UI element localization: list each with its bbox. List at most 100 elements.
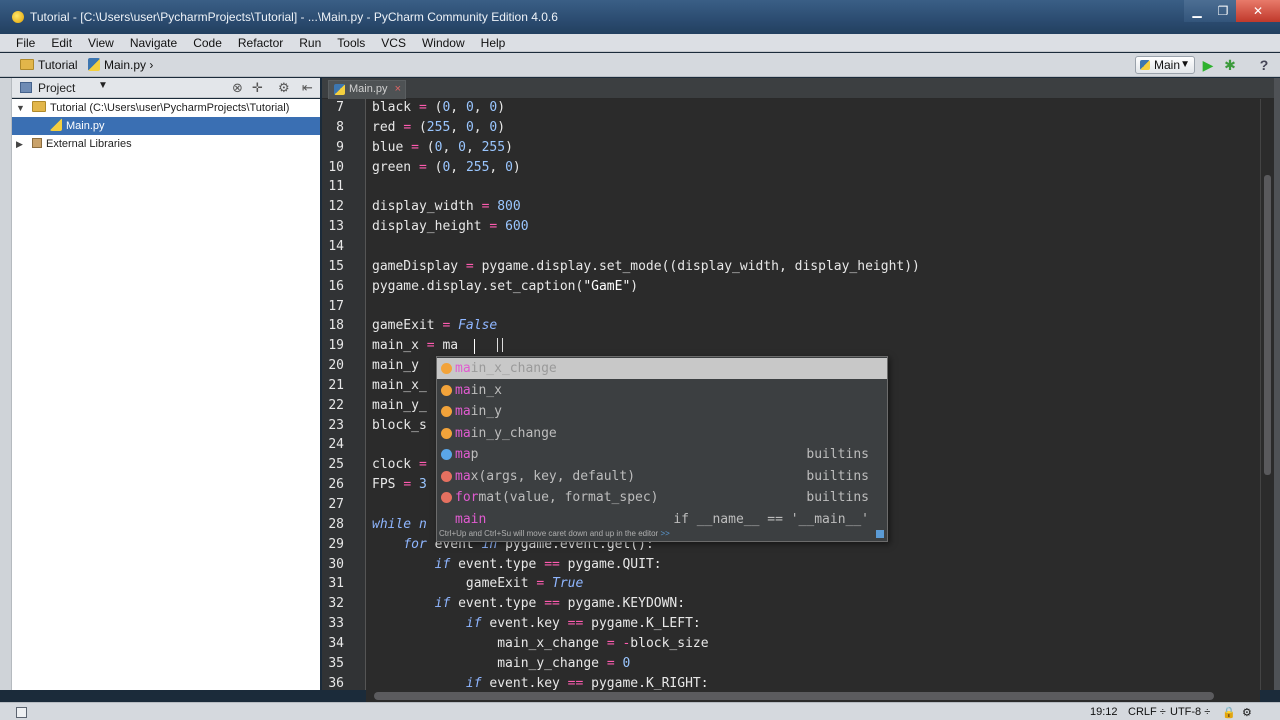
code-line[interactable]: main_y_ [372,398,427,413]
variable-icon [441,514,452,525]
code-line[interactable]: green = (0, 255, 0) [372,160,521,175]
hint-link[interactable]: >> [660,529,669,538]
code-line[interactable]: main_x_change = -block_size [372,636,708,651]
file-encoding[interactable]: UTF-8 ÷ [1170,706,1210,718]
code-line[interactable]: if event.key == pygame.K_RIGHT: [372,676,709,690]
menu-tools[interactable]: Tools [337,34,365,50]
autocomplete-item[interactable]: main_y [437,401,887,422]
autocomplete-item[interactable]: main_x [437,380,887,401]
menu-help[interactable]: Help [481,34,506,50]
code-line[interactable]: blue = (0, 0, 255) [372,140,513,155]
breadcrumb-file-label: Main.py [104,58,147,72]
title-bar: Tutorial - [C:\Users\user\PycharmProject… [0,0,1280,34]
hide-panel-icon[interactable]: ⇤ [302,80,313,96]
python-file-icon [88,58,100,71]
lock-icon[interactable]: 🔒 [1222,706,1236,719]
line-number: 27 [328,497,344,512]
tab-label: Main.py [349,83,388,95]
run-configuration-select[interactable]: Main ▼ [1135,56,1195,74]
python-file-icon [50,118,62,131]
menu-edit[interactable]: Edit [51,34,72,50]
code-line[interactable]: if event.type == pygame.KEYDOWN: [372,596,685,611]
inspection-icon[interactable]: ⚙ [1242,706,1252,719]
breadcrumb-file[interactable]: Main.py › [88,58,153,72]
close-button[interactable]: ✕ [1236,0,1280,22]
debug-icon[interactable]: ✱ [1223,58,1237,72]
menu-window[interactable]: Window [422,34,465,50]
code-line[interactable]: if event.type == pygame.QUIT: [372,557,662,572]
code-line[interactable]: display_height = 600 [372,219,529,234]
line-number: 8 [336,119,344,135]
pin-icon[interactable] [876,530,884,538]
code-line[interactable]: if event.key == pygame.K_LEFT: [372,616,701,631]
close-tab-icon[interactable]: × [395,81,401,98]
line-number: 17 [328,298,344,314]
line-number: 22 [328,397,344,413]
tree-item-external-libraries[interactable]: ▶ External Libraries [12,135,320,153]
horizontal-scrollbar[interactable] [366,690,1260,702]
code-line[interactable]: clock = [372,457,427,472]
autocomplete-item[interactable]: max(args, key, default) builtins [437,466,887,487]
gear-icon[interactable]: ⚙ [278,80,290,96]
tab-main-py[interactable]: Main.py × [328,80,406,99]
caret-position[interactable]: 19:12 [1090,706,1118,718]
menu-code[interactable]: Code [193,34,222,50]
menu-view[interactable]: View [88,34,114,50]
line-number: 21 [328,377,344,393]
code-line[interactable]: black = (0, 0, 0) [372,100,505,115]
code-line[interactable]: while n [372,517,427,532]
breadcrumb-project[interactable]: Tutorial [20,58,78,72]
menu-file[interactable]: File [16,34,35,50]
autocomplete-item-name: main_x_change [455,361,557,376]
collapse-arrow-icon[interactable]: ▶ [16,135,23,153]
line-number: 25 [328,457,344,473]
autocomplete-item[interactable]: main_x_change [437,358,887,379]
code-line[interactable]: block_s [372,418,427,433]
menu-vcs[interactable]: VCS [381,34,406,50]
autocomplete-item[interactable]: main_y_change [437,423,887,444]
chevron-down-icon[interactable]: ▼ [98,80,108,91]
tree-item-tutorial[interactable]: ▼ Tutorial (C:\Users\user\PycharmProject… [12,99,320,117]
autocomplete-item[interactable]: main if __name__ == '__main__' [437,509,887,530]
code-line[interactable]: pygame.display.set_caption("GamE") [372,279,638,294]
code-line[interactable]: gameExit = True [372,576,583,591]
scroll-from-source-icon[interactable]: ✛ [252,80,263,96]
code-line[interactable]: main_x_ [372,378,427,393]
code-line[interactable]: gameExit = False [372,318,497,333]
code-line[interactable]: gameDisplay = pygame.display.set_mode((d… [372,259,920,274]
variable-icon [441,427,452,439]
menu-refactor[interactable]: Refactor [238,34,283,50]
menu-navigate[interactable]: Navigate [130,34,177,50]
menu-run[interactable]: Run [299,34,321,50]
variable-icon [441,384,452,396]
line-separator[interactable]: CRLF ÷ [1128,706,1166,718]
autocomplete-item[interactable]: format(value, format_spec) builtins [437,487,887,508]
method-icon [441,470,452,482]
line-number: 32 [328,596,344,612]
collapse-all-icon[interactable]: ⊗ [232,80,243,96]
minimize-button[interactable]: ▁ [1184,0,1210,22]
method-icon [441,492,452,503]
code-line[interactable]: main_x = ma [372,338,458,353]
help-icon[interactable]: ? [1257,58,1271,72]
autocomplete-item[interactable]: map builtins [437,444,887,465]
code-line[interactable]: FPS = 3 [372,477,427,492]
project-tree: ▼ Tutorial (C:\Users\user\PycharmProject… [12,99,320,690]
project-panel-title[interactable]: Project [38,81,75,95]
code-line[interactable]: main_y_change = 0 [372,656,630,671]
code-line[interactable]: display_width = 800 [372,199,521,214]
scrollbar-thumb[interactable] [374,692,1214,700]
vertical-scrollbar[interactable] [1260,99,1274,690]
line-number: 31 [328,576,344,592]
code-line[interactable]: main_y [372,358,427,373]
run-icon[interactable]: ▶ [1201,58,1215,72]
autocomplete-item-name: main [455,511,487,527]
chevron-down-icon: ▼ [1180,59,1190,70]
maximize-button[interactable]: ❐ [1210,0,1236,22]
expand-arrow-icon[interactable]: ▼ [16,99,25,117]
code-line[interactable]: red = (255, 0, 0) [372,120,505,135]
tool-windows-toggle-icon[interactable] [16,707,27,718]
line-number: 14 [328,238,344,254]
tree-item-main-py[interactable]: Main.py [12,117,320,135]
scrollbar-thumb[interactable] [1264,175,1271,475]
